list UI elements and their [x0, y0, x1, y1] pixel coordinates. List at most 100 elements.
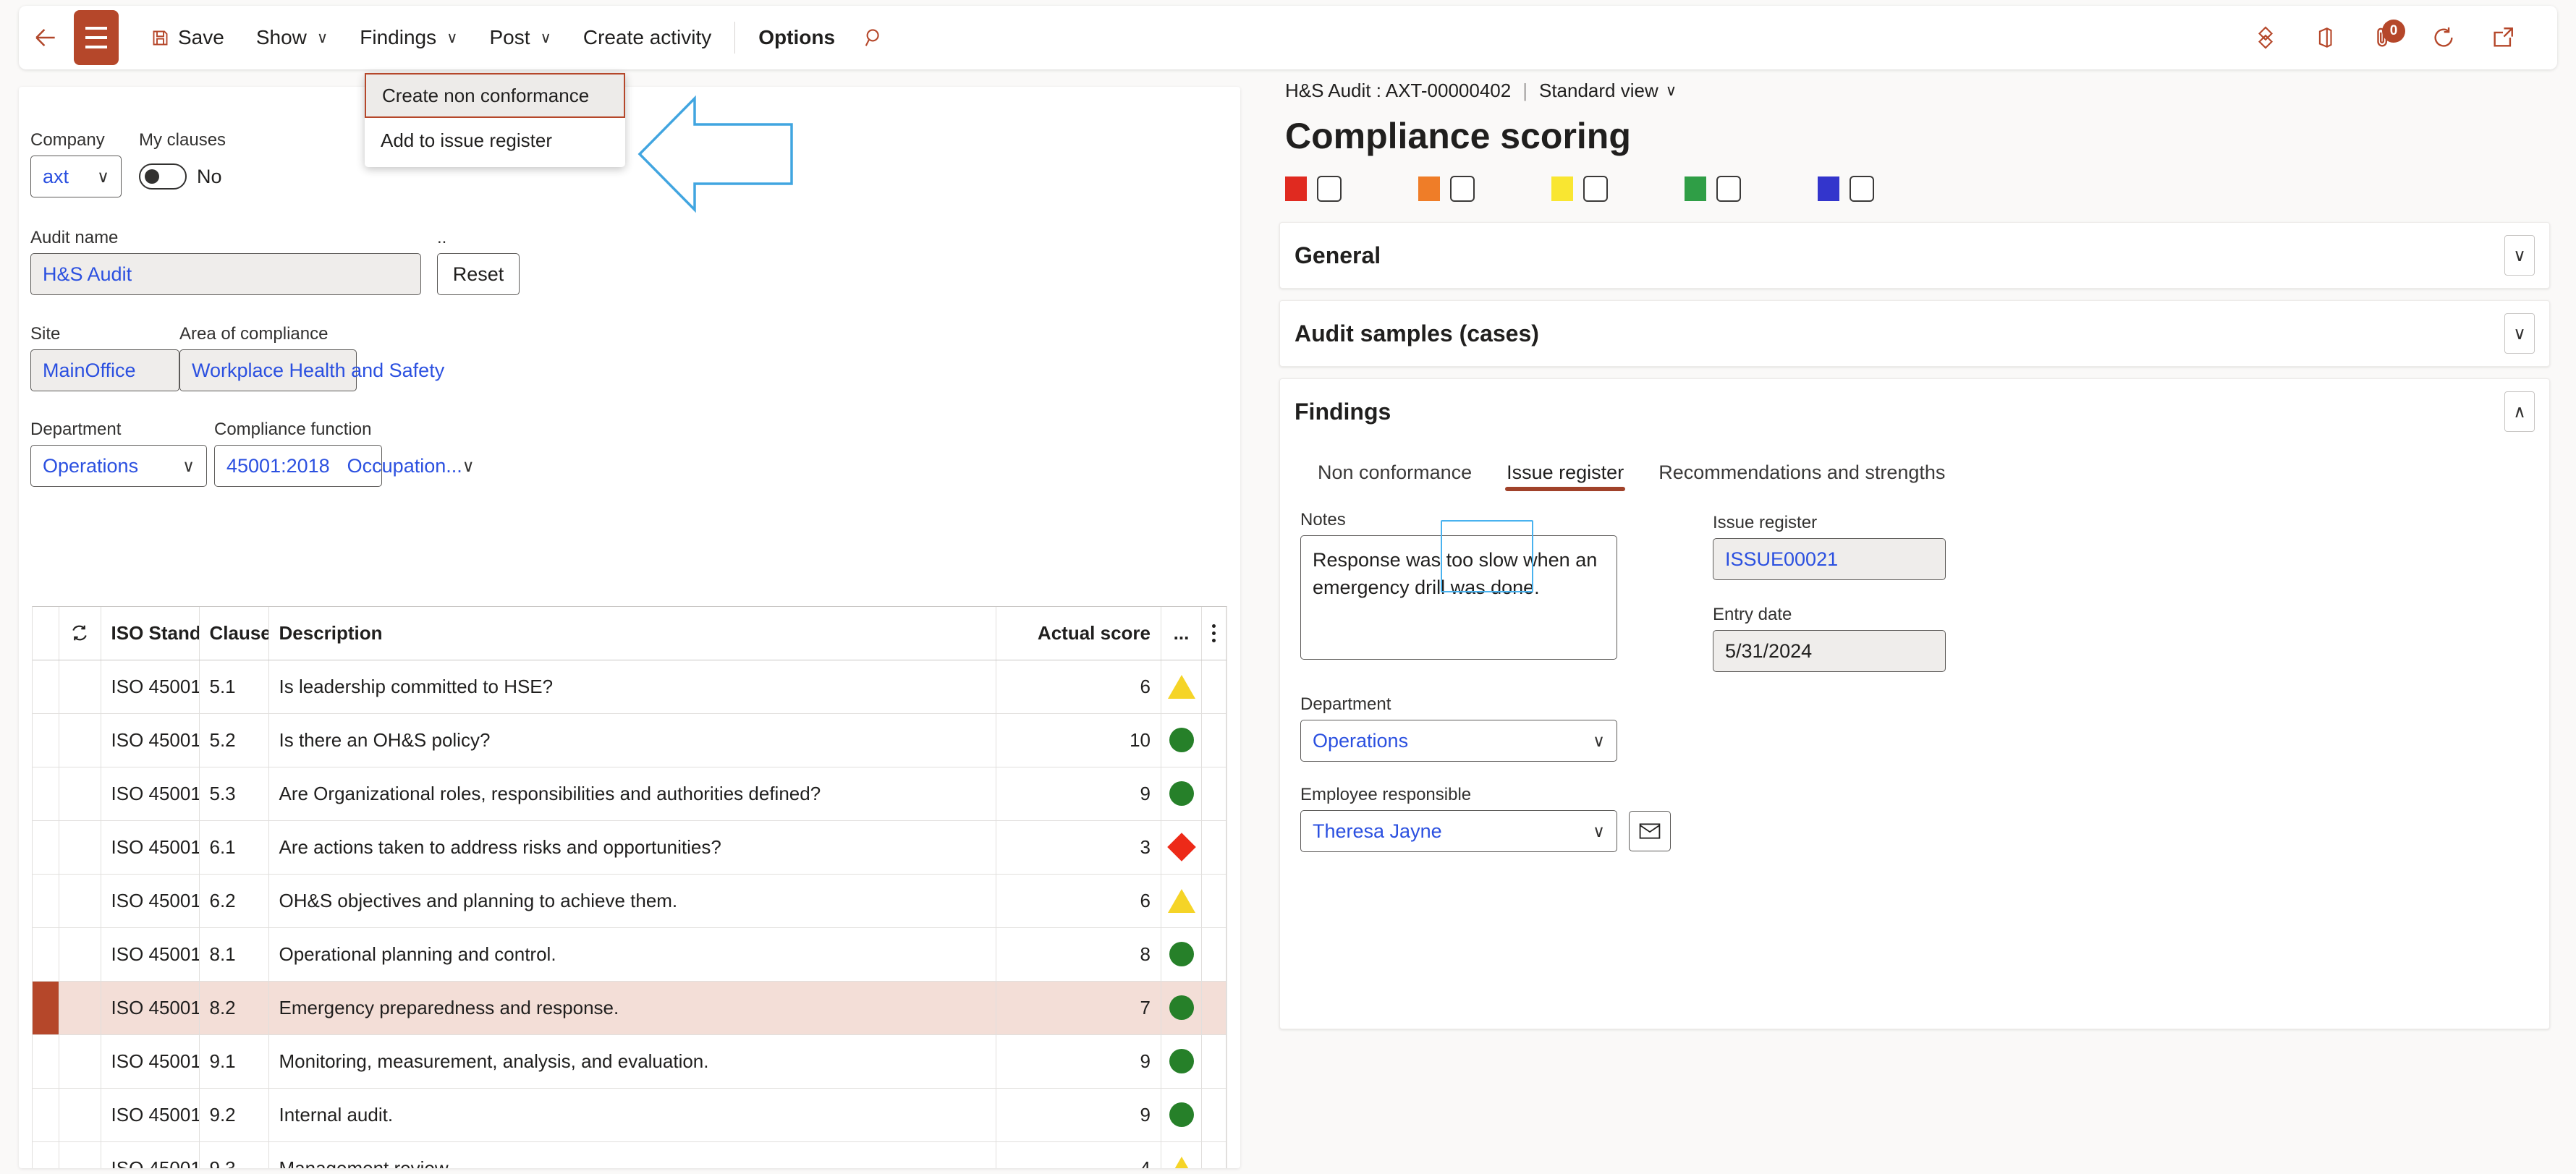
findings-menu-button[interactable]: Findings ∨ — [344, 6, 473, 69]
employee-responsible-select[interactable]: Theresa Jayne ∨ — [1300, 810, 1617, 852]
cell-description: OH&S objectives and planning to achieve … — [268, 874, 996, 928]
cell-description: Monitoring, measurement, analysis, and e… — [268, 1034, 996, 1089]
entry-date-field: Entry date 5/31/2024 — [1713, 605, 1946, 672]
area-input[interactable]: Workplace Health and Safety — [179, 349, 444, 391]
row-refresh-cell — [59, 1034, 101, 1089]
site-field: Site MainOffice — [30, 324, 179, 391]
search-icon[interactable] — [851, 6, 897, 69]
create-activity-button[interactable]: Create activity — [567, 6, 727, 69]
hamburger-menu-icon[interactable] — [74, 10, 119, 65]
score-threshold-input-5[interactable] — [1850, 176, 1874, 202]
refresh-icon[interactable] — [2418, 12, 2469, 63]
my-clauses-toggle[interactable] — [139, 163, 187, 190]
table-row[interactable]: ISO 45001 9.2 Internal audit. 9 — [33, 1088, 1226, 1142]
cell-score-indicator — [1161, 1141, 1202, 1168]
table-row[interactable]: ISO 45001 6.1 Are actions taken to address… — [33, 820, 1226, 875]
chevron-down-icon[interactable]: ∨ — [2504, 313, 2535, 354]
tab-non-conformance[interactable]: Non conformance — [1300, 451, 1489, 491]
column-header-description[interactable]: Description — [268, 607, 996, 660]
cell-overflow — [1201, 660, 1226, 714]
options-label: Options — [758, 26, 836, 48]
score-legend-item-2 — [1418, 176, 1475, 202]
table-row[interactable]: ISO 45001 6.2 OH&S objectives and planning… — [33, 874, 1226, 928]
post-menu-button[interactable]: Post ∨ — [473, 6, 567, 69]
chevron-down-icon: ∨ — [1593, 731, 1605, 750]
table-row[interactable]: ISO 45001 9.3 Management review. 4 — [33, 1141, 1226, 1168]
attachment-icon[interactable]: 0 — [2359, 12, 2410, 63]
column-header-overflow-menu[interactable] — [1201, 607, 1226, 660]
tab-recommendations-and-strengths[interactable]: Recommendations and strengths — [1641, 451, 1962, 491]
create-activity-label: Create activity — [582, 26, 712, 48]
employee-responsible-label: Employee responsible — [1300, 785, 1472, 804]
audit-name-input[interactable]: H&S Audit — [30, 253, 421, 295]
column-header-iso-standard[interactable]: ISO Standard — [101, 607, 200, 660]
cell-actual-score: 9 — [996, 1034, 1161, 1089]
command-bar: Save Show ∨ Findings ∨ Post ∨ Create act… — [19, 6, 2557, 69]
save-icon — [151, 28, 170, 48]
company-select[interactable]: axt ∨ — [30, 156, 122, 197]
column-header-actual-score[interactable]: Actual score — [996, 607, 1161, 660]
options-tab[interactable]: Options — [742, 6, 851, 69]
table-row[interactable]: ISO 45001 5.3 Are Organizational roles, re… — [33, 767, 1226, 821]
save-label: Save — [178, 26, 224, 48]
grid-header-row: ISO StandardClauseDescriptionActual scor… — [33, 607, 1226, 660]
cell-actual-score: 7 — [996, 981, 1161, 1035]
findings-department-select[interactable]: Operations ∨ — [1300, 720, 1617, 762]
section-audit-samples-header[interactable]: Audit samples (cases) ∨ — [1280, 301, 2549, 366]
score-indicator-circle — [1169, 1102, 1194, 1127]
cell-clause: 5.3 — [199, 767, 269, 821]
my-clauses-label: My clauses — [139, 130, 226, 150]
notes-textarea[interactable]: Response was too slow when an emergency … — [1300, 535, 1617, 660]
show-menu-button[interactable]: Show ∨ — [240, 6, 344, 69]
chevron-down-icon[interactable]: ∨ — [2504, 235, 2535, 276]
cell-actual-score: 10 — [996, 713, 1161, 767]
dynamics-diamond-icon[interactable] — [2240, 12, 2291, 63]
overflow-menu-icon[interactable] — [1202, 624, 1226, 642]
table-row[interactable]: ISO 45001 9.1 Monitoring, measurement, ana… — [33, 1034, 1226, 1089]
issue-register-input[interactable]: ISSUE00021 — [1713, 538, 1946, 580]
score-threshold-input-3[interactable] — [1583, 176, 1608, 202]
office-apps-icon[interactable] — [2300, 12, 2350, 63]
score-legend-item-3 — [1551, 176, 1608, 202]
back-arrow-icon[interactable] — [19, 6, 72, 69]
department-select[interactable]: Operations ∨ — [30, 445, 207, 487]
chevron-down-icon: ∨ — [316, 29, 329, 46]
row-selection-marker — [33, 981, 59, 1035]
column-header-clause[interactable]: Clause — [199, 607, 269, 660]
view-selector[interactable]: Standard view ∨ — [1539, 80, 1677, 102]
employee-responsible-value: Theresa Jayne — [1313, 820, 1442, 842]
save-button[interactable]: Save — [135, 6, 240, 69]
score-legend-item-5 — [1818, 176, 1874, 202]
cell-clause: 8.2 — [199, 981, 269, 1035]
entry-date-input[interactable]: 5/31/2024 — [1713, 630, 1946, 672]
refresh-icon[interactable] — [59, 623, 101, 643]
grid-refresh-button[interactable] — [59, 607, 101, 660]
reset-button[interactable]: Reset — [437, 253, 520, 295]
column-header-overflow-dots[interactable]: ... — [1161, 607, 1202, 660]
table-row[interactable]: ISO 45001 8.2 Emergency preparedness and r… — [33, 981, 1226, 1035]
company-field-group: Company axt ∨ My clauses No — [30, 130, 226, 197]
score-threshold-input-4[interactable] — [1716, 176, 1741, 202]
site-input[interactable]: MainOffice — [30, 349, 179, 391]
cell-iso-standard: ISO 45001 — [101, 1034, 200, 1089]
section-findings-title: Findings — [1295, 398, 1391, 425]
score-threshold-input-1[interactable] — [1317, 176, 1342, 202]
findings-left-column: Notes Response was too slow when an emer… — [1300, 510, 1671, 852]
table-row[interactable]: ISO 45001 5.2 Is there an OH&S policy? 10 — [33, 713, 1226, 767]
section-general-header[interactable]: General ∨ — [1280, 223, 2549, 288]
chevron-up-icon[interactable]: ∧ — [2504, 391, 2535, 432]
menu-item-add-to-issue-register[interactable]: Add to issue register — [365, 118, 625, 163]
section-findings-header[interactable]: Findings ∧ — [1280, 379, 2549, 444]
menu-item-create-non-conformance[interactable]: Create non conformance — [365, 73, 625, 118]
score-threshold-input-2[interactable] — [1450, 176, 1475, 202]
send-email-button[interactable] — [1629, 811, 1671, 851]
section-general: General ∨ — [1279, 222, 2550, 289]
table-row[interactable]: ISO 45001 8.1 Operational planning and con… — [33, 927, 1226, 982]
cell-clause: 9.2 — [199, 1088, 269, 1142]
table-row[interactable]: ISO 45001 5.1 Is leadership committed to H… — [33, 660, 1226, 714]
site-area-field-group: Site MainOffice Area of compliance Workp… — [30, 324, 444, 391]
findings-right-column: Issue register ISSUE00021 Entry date 5/3… — [1713, 510, 1946, 852]
compliance-function-select[interactable]: 45001:2018 Occupation... ∨ — [214, 445, 475, 487]
tab-issue-register[interactable]: Issue register — [1489, 451, 1641, 491]
open-in-new-window-icon[interactable] — [2478, 12, 2528, 63]
